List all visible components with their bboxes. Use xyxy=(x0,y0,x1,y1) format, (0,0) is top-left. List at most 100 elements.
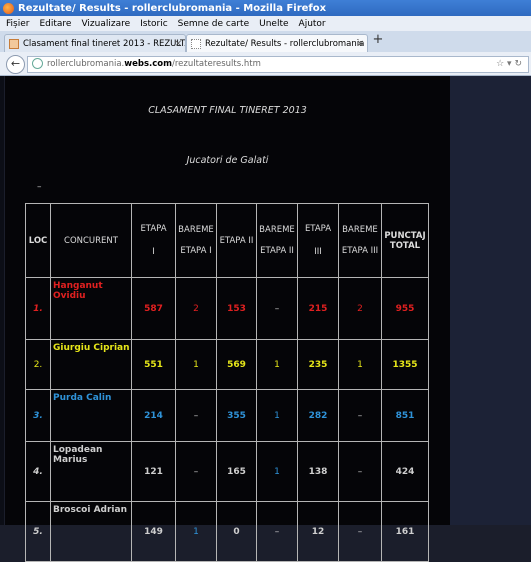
window-title: Rezultate/ Results - rollerclubromania -… xyxy=(18,2,327,14)
header-etapa1: ETAPA I xyxy=(131,203,176,278)
table-row: 2. Giurgiu Ciprian 551 1 569 1 235 1 135… xyxy=(25,339,429,390)
row-loc: 4. xyxy=(25,441,51,502)
header-row: LOC CONCURENT ETAPA I BAREME ETAPA I ETA… xyxy=(25,203,429,278)
globe-icon xyxy=(32,58,43,69)
header-total-line1: PUNCTAJ xyxy=(384,230,426,241)
header-bareme3: BAREME ETAPA III xyxy=(338,203,382,278)
row-name: Broscoi Adrian xyxy=(50,501,132,562)
row-etapa1: 214 xyxy=(131,389,176,442)
tab-label: Clasament final tineret 2013 - REZULTAT.… xyxy=(23,38,186,49)
back-button[interactable]: ← xyxy=(6,55,25,74)
row-bareme3: – xyxy=(338,501,382,562)
tab-bar: Clasament final tineret 2013 - REZULTAT.… xyxy=(0,31,531,53)
row-total: 851 xyxy=(381,389,429,442)
header-bareme1: BAREME ETAPA I xyxy=(175,203,217,278)
row-loc: 5. xyxy=(25,501,51,562)
header-etapa1-line1: ETAPA xyxy=(140,223,167,234)
window-titlebar: Rezultate/ Results - rollerclubromania -… xyxy=(0,0,531,16)
right-side-panel xyxy=(450,76,531,525)
row-loc: 1. xyxy=(25,277,51,340)
header-total-line2: TOTAL xyxy=(389,240,421,251)
loading-favicon-icon xyxy=(191,38,201,49)
url-prefix: rollerclubromania. xyxy=(47,59,125,69)
row-etapa2: 355 xyxy=(216,389,257,442)
menu-unelte[interactable]: Unelte xyxy=(259,19,288,29)
row-name: Lopadean Marius xyxy=(50,441,132,502)
row-etapa3: 282 xyxy=(297,389,339,442)
menu-istoric[interactable]: Istoric xyxy=(140,19,168,29)
page-subtitle: Jucatori de Galati xyxy=(186,155,269,166)
row-etapa3: 215 xyxy=(297,277,339,340)
url-host: webs.com xyxy=(124,59,172,69)
menu-ajutor[interactable]: Ajutor xyxy=(299,19,326,29)
row-bareme1: 1 xyxy=(175,501,217,562)
header-bareme1-line1: BAREME xyxy=(178,224,214,235)
row-bareme2: – xyxy=(256,501,298,562)
row-loc: 3. xyxy=(25,389,51,442)
row-bareme1: – xyxy=(175,441,217,502)
header-bareme2-line1: BAREME xyxy=(259,224,295,235)
row-bareme3: 2 xyxy=(338,277,382,340)
row-bareme1: 2 xyxy=(175,277,217,340)
row-name: Giurgiu Ciprian xyxy=(50,339,132,390)
results-table: LOC CONCURENT ETAPA I BAREME ETAPA I ETA… xyxy=(25,203,429,562)
table-row: 1. Hanganut Ovidiu 587 2 153 – 215 2 955 xyxy=(25,277,429,340)
reload-icon[interactable]: ↻ xyxy=(514,59,522,69)
row-name: Hanganut Ovidiu xyxy=(50,277,132,340)
row-bareme3: – xyxy=(338,441,382,502)
row-total: 1355 xyxy=(381,339,429,390)
new-tab-button[interactable]: + xyxy=(369,33,387,48)
menu-bar: Fișier Editare Vizualizare Istoric Semne… xyxy=(0,16,531,31)
dash-text: – xyxy=(37,182,42,192)
row-etapa3: 138 xyxy=(297,441,339,502)
tab-clasament[interactable]: Clasament final tineret 2013 - REZULTAT.… xyxy=(4,34,186,52)
row-total: 955 xyxy=(381,277,429,340)
tab-rezultate[interactable]: Rezultate/ Results - rollerclubromania × xyxy=(186,34,368,52)
row-bareme2: 1 xyxy=(256,441,298,502)
navigation-bar: ← rollerclubromania.webs.com/rezultatere… xyxy=(0,52,531,76)
row-bareme1: 1 xyxy=(175,339,217,390)
page-favicon-icon xyxy=(9,38,19,49)
bookmark-star-icon[interactable]: ☆ xyxy=(496,59,504,69)
table-row: 3. Purda Calin 214 – 355 1 282 – 851 xyxy=(25,389,429,442)
dropdown-arrow-icon[interactable]: ▾ xyxy=(507,59,512,69)
header-bareme1-line2: ETAPA I xyxy=(180,245,212,256)
header-etapa2: ETAPA II xyxy=(216,203,257,278)
header-bareme2: BAREME ETAPA II xyxy=(256,203,298,278)
row-etapa3: 12 xyxy=(297,501,339,562)
header-etapa1-line2: I xyxy=(152,246,155,257)
address-bar[interactable]: rollerclubromania.webs.com/rezultateresu… xyxy=(27,56,529,73)
menu-semne-de-carte[interactable]: Semne de carte xyxy=(178,19,249,29)
row-bareme1: – xyxy=(175,389,217,442)
row-etapa1: 149 xyxy=(131,501,176,562)
url-path: /rezultateresults.htm xyxy=(171,59,261,69)
menu-editare[interactable]: Editare xyxy=(39,19,71,29)
row-bareme3: 1 xyxy=(338,339,382,390)
row-bareme2: 1 xyxy=(256,339,298,390)
header-etapa3-line1: ETAPA xyxy=(304,223,332,234)
table-row: 4. Lopadean Marius 121 – 165 1 138 – 424 xyxy=(25,441,429,502)
close-tab-icon[interactable]: × xyxy=(174,39,182,49)
header-total: PUNCTAJ TOTAL xyxy=(381,203,429,278)
close-tab-icon[interactable]: × xyxy=(356,39,364,49)
row-etapa2: 569 xyxy=(216,339,257,390)
header-loc: LOC xyxy=(25,203,51,278)
row-name: Purda Calin xyxy=(50,389,132,442)
header-concurent: CONCURENT xyxy=(50,203,132,278)
row-etapa1: 587 xyxy=(131,277,176,340)
left-border xyxy=(0,76,4,525)
row-total: 161 xyxy=(381,501,429,562)
header-etapa3-line2: III xyxy=(314,246,322,257)
menu-fisier[interactable]: Fișier xyxy=(6,19,29,29)
row-etapa2: 153 xyxy=(216,277,257,340)
page-title: CLASAMENT FINAL TINERET 2013 xyxy=(148,105,307,116)
header-bareme3-line2: ETAPA III xyxy=(341,245,379,256)
row-bareme2: 1 xyxy=(256,389,298,442)
tab-label: Rezultate/ Results - rollerclubromania xyxy=(205,38,365,49)
row-etapa3: 235 xyxy=(297,339,339,390)
header-bareme2-line2: ETAPA II xyxy=(260,245,294,256)
menu-vizualizare[interactable]: Vizualizare xyxy=(81,19,130,29)
table-row: 5. Broscoi Adrian 149 1 0 – 12 – 161 xyxy=(25,501,429,562)
row-etapa2: 0 xyxy=(216,501,257,562)
row-etapa2: 165 xyxy=(216,441,257,502)
